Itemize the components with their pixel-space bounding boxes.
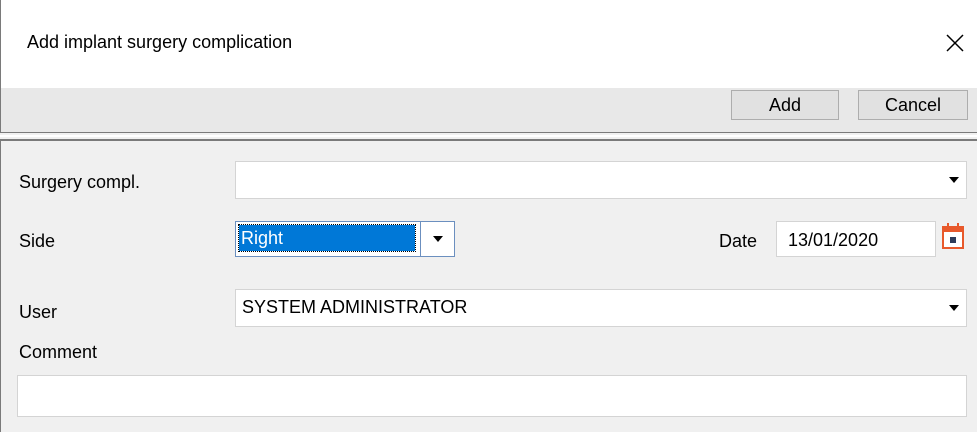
toolbar: Add Cancel bbox=[0, 88, 977, 132]
dialog-title: Add implant surgery complication bbox=[27, 32, 293, 52]
add-button[interactable]: Add bbox=[731, 90, 839, 120]
toolbar-divider bbox=[0, 132, 977, 141]
close-icon[interactable] bbox=[939, 28, 969, 58]
side-label: Side bbox=[19, 231, 56, 251]
complication-form: Surgery compl. Side Right Date 13/01/202… bbox=[0, 141, 977, 432]
comment-label: Comment bbox=[19, 342, 98, 362]
date-field[interactable]: 13/01/2020 bbox=[776, 221, 936, 257]
date-label: Date bbox=[719, 231, 758, 251]
date-value: 13/01/2020 bbox=[788, 230, 879, 250]
surgery-compl-label: Surgery compl. bbox=[19, 172, 141, 192]
side-dropdown[interactable]: Right bbox=[235, 221, 455, 257]
user-label: User bbox=[19, 302, 58, 322]
add-complication-dialog: Add implant surgery complication Add Can… bbox=[0, 0, 977, 432]
comment-field[interactable] bbox=[17, 375, 967, 417]
user-dropdown[interactable]: SYSTEM ADMINISTRATOR bbox=[235, 289, 967, 327]
chevron-down-icon[interactable] bbox=[949, 177, 959, 183]
surgery-compl-dropdown[interactable] bbox=[235, 161, 967, 199]
side-selected-value: Right bbox=[238, 224, 416, 252]
chevron-down-icon[interactable] bbox=[433, 236, 443, 242]
calendar-icon[interactable] bbox=[941, 222, 965, 250]
cancel-button[interactable]: Cancel bbox=[858, 90, 968, 120]
user-value: SYSTEM ADMINISTRATOR bbox=[242, 297, 468, 317]
title-bar: Add implant surgery complication bbox=[0, 0, 977, 88]
chevron-down-icon[interactable] bbox=[949, 305, 959, 311]
